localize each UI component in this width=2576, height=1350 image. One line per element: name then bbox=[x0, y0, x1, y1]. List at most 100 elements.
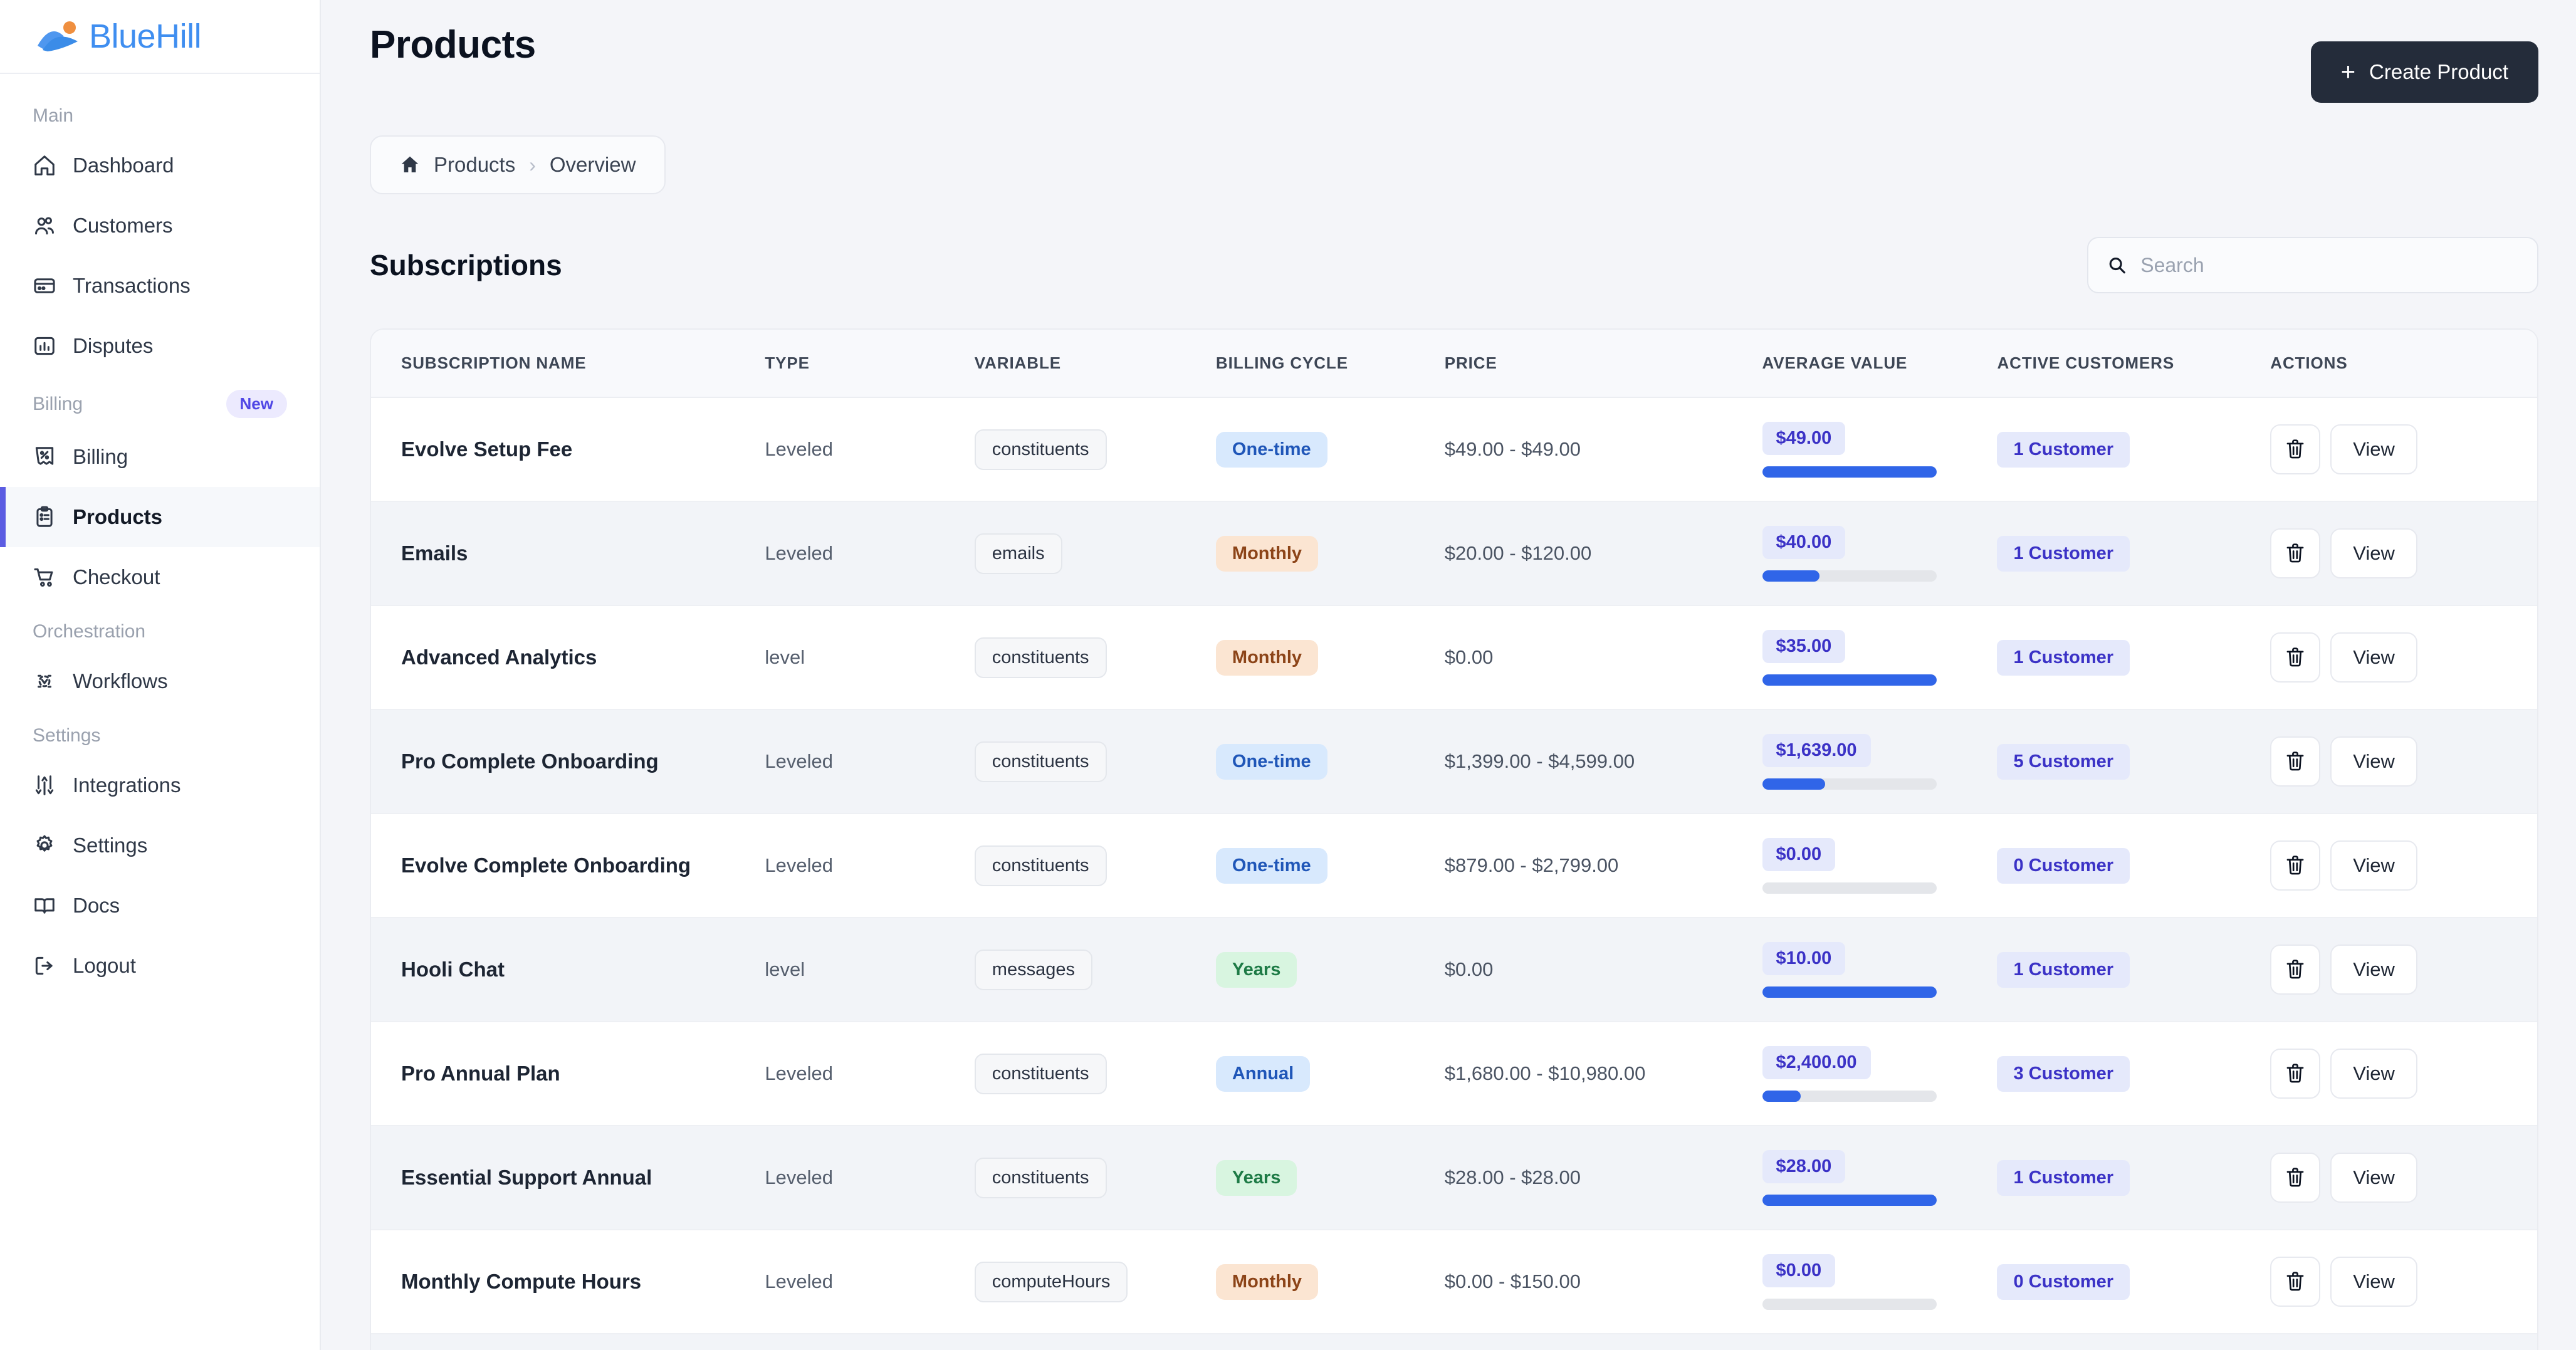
price-value: $20.00 - $120.00 bbox=[1444, 542, 1592, 564]
delete-button[interactable] bbox=[2270, 424, 2321, 474]
sidebar-item-workflows[interactable]: Workflows bbox=[0, 651, 320, 711]
sidebar-item-customers[interactable]: Customers bbox=[0, 196, 320, 256]
sidebar-item-settings[interactable]: Settings bbox=[0, 815, 320, 876]
average-value-progress-fill bbox=[1762, 466, 1937, 478]
delete-button[interactable] bbox=[2270, 736, 2321, 787]
cell-billing-cycle: Annual bbox=[1215, 1022, 1445, 1126]
view-button[interactable]: View bbox=[2330, 1257, 2417, 1307]
delete-button[interactable] bbox=[2270, 1049, 2321, 1099]
view-button[interactable]: View bbox=[2330, 1153, 2417, 1203]
view-button[interactable]: View bbox=[2330, 944, 2417, 995]
sidebar-item-disputes[interactable]: Disputes bbox=[0, 316, 320, 376]
cell-price: $879.00 - $2,799.00 bbox=[1444, 814, 1762, 918]
cell-actions: View bbox=[2270, 814, 2537, 918]
subscription-name: Evolve Complete Onboarding bbox=[401, 854, 691, 877]
brand-name: BlueHill bbox=[89, 18, 202, 55]
column-header-type: TYPE bbox=[765, 330, 975, 398]
table-row[interactable]: Evolve Setup Fee Leveled constituents One-t… bbox=[371, 397, 2537, 502]
cell-type: level bbox=[765, 605, 975, 710]
cell-billing-cycle: One-time bbox=[1215, 814, 1445, 918]
cell-actions: View bbox=[2270, 918, 2537, 1022]
table-row[interactable]: DonorView ProLeveledconstituentsYears$0.… bbox=[371, 1334, 2537, 1350]
active-customers-badge: 0 Customer bbox=[1997, 847, 2130, 884]
table-row[interactable]: Evolve Complete Onboarding Leveled constit… bbox=[371, 814, 2537, 918]
delete-icon bbox=[2286, 1272, 2304, 1291]
cell-price: $20.00 - $120.00 bbox=[1444, 501, 1762, 606]
brand-logo[interactable]: BlueHill bbox=[0, 0, 320, 74]
table-row[interactable]: Essential Support Annual Leveled constitue… bbox=[371, 1126, 2537, 1230]
subscription-type: Leveled bbox=[765, 1270, 833, 1292]
cell-actions: View bbox=[2270, 1126, 2537, 1230]
cell-average-value: $49.00 bbox=[1762, 397, 1997, 502]
view-button[interactable]: View bbox=[2330, 1049, 2417, 1099]
delete-button[interactable] bbox=[2270, 528, 2321, 578]
users-icon bbox=[35, 217, 54, 235]
cell-average-value: $28.00 bbox=[1762, 1126, 1997, 1230]
view-button[interactable]: View bbox=[2330, 528, 2417, 578]
subscription-name: Monthly Compute Hours bbox=[401, 1270, 642, 1293]
sidebar-item-billing[interactable]: Billing bbox=[0, 427, 320, 487]
view-button[interactable]: View bbox=[2330, 840, 2417, 891]
cell-subscription-name: Emails bbox=[371, 501, 765, 606]
cell-type: Leveled bbox=[765, 1334, 975, 1350]
variable-chip: constituents bbox=[974, 1157, 1107, 1198]
cell-active-customers: 1 Customer bbox=[1997, 397, 2271, 502]
active-customers-badge: 1 Customer bbox=[1997, 951, 2130, 988]
sidebar-item-logout[interactable]: Logout bbox=[0, 936, 320, 996]
cell-billing-cycle: Years bbox=[1215, 1126, 1445, 1230]
breadcrumb-separator-icon: › bbox=[529, 153, 536, 176]
sidebar-item-docs[interactable]: Docs bbox=[0, 876, 320, 936]
sliders-icon bbox=[35, 775, 54, 795]
sidebar-item-transactions[interactable]: Transactions bbox=[0, 256, 320, 316]
sidebar-section-label: Settings bbox=[33, 725, 101, 746]
home-icon bbox=[401, 156, 419, 172]
cell-billing-cycle: Years bbox=[1215, 1334, 1445, 1350]
view-button[interactable]: View bbox=[2330, 632, 2417, 683]
average-value-badge: $0.00 bbox=[1762, 837, 1836, 871]
cell-billing-cycle: Monthly bbox=[1215, 605, 1445, 710]
create-product-button[interactable]: + Create Product bbox=[2310, 41, 2538, 103]
delete-button[interactable] bbox=[2270, 944, 2321, 995]
cell-subscription-name: Essential Support Annual bbox=[371, 1126, 765, 1230]
cell-type: Leveled bbox=[765, 1022, 975, 1126]
sidebar-item-products[interactable]: Products bbox=[0, 487, 320, 547]
table-row[interactable]: Monthly Compute Hours Leveled computeHours… bbox=[371, 1230, 2537, 1334]
table-row[interactable]: Emails Leveled emails Monthly $20.00 - $120.… bbox=[371, 501, 2537, 606]
table-row[interactable]: Advanced Analytics level constituents Month… bbox=[371, 605, 2537, 710]
delete-button[interactable] bbox=[2270, 1153, 2321, 1203]
delete-button[interactable] bbox=[2270, 632, 2321, 683]
average-value-badge: $40.00 bbox=[1762, 525, 1846, 559]
sidebar-item-label: Disputes bbox=[73, 334, 154, 357]
cell-subscription-name: Pro Annual Plan bbox=[371, 1022, 765, 1126]
delete-button[interactable] bbox=[2270, 1257, 2321, 1307]
breadcrumb-item-overview: Overview bbox=[549, 153, 636, 176]
column-header-price: PRICE bbox=[1444, 330, 1762, 398]
page-title: Products bbox=[370, 23, 536, 66]
receipt-icon bbox=[35, 447, 54, 465]
table-row[interactable]: Hooli Chat level messages Years $0.00 $10.00 1… bbox=[371, 918, 2537, 1022]
table-row[interactable]: Pro Complete Onboarding Leveled constituen… bbox=[371, 709, 2537, 814]
cell-variable: constituents bbox=[974, 814, 1216, 918]
cell-average-value: $1,639.00 bbox=[1762, 709, 1997, 814]
sidebar-item-integrations[interactable]: Integrations bbox=[0, 755, 320, 815]
search-box[interactable] bbox=[2087, 237, 2538, 293]
average-value-progress-track bbox=[1762, 778, 1937, 790]
sidebar-section-main: Main bbox=[0, 92, 320, 135]
table-row[interactable]: Pro Annual Plan Leveled constituents Annual… bbox=[371, 1022, 2537, 1126]
cell-price: $49.00 - $49.00 bbox=[1444, 397, 1762, 502]
sidebar-item-dashboard[interactable]: Dashboard bbox=[0, 135, 320, 196]
average-value-progress-fill bbox=[1762, 1194, 1937, 1206]
subscription-name: Hooli Chat bbox=[401, 958, 505, 981]
subscription-type: Leveled bbox=[765, 1062, 833, 1084]
cell-active-customers: 3 Customer bbox=[1997, 1022, 2271, 1126]
search-input[interactable] bbox=[2140, 253, 2518, 277]
view-button[interactable]: View bbox=[2330, 736, 2417, 787]
breadcrumb-item-products[interactable]: Products bbox=[434, 153, 515, 177]
delete-button[interactable] bbox=[2270, 840, 2321, 891]
sidebar-item-checkout[interactable]: Checkout bbox=[0, 547, 320, 607]
view-button[interactable]: View bbox=[2330, 424, 2417, 474]
active-customers-badge: 1 Customer bbox=[1997, 639, 2130, 676]
average-value-badge: $10.00 bbox=[1762, 941, 1846, 975]
delete-icon bbox=[2286, 543, 2304, 563]
average-value-progress-fill bbox=[1762, 778, 1825, 790]
